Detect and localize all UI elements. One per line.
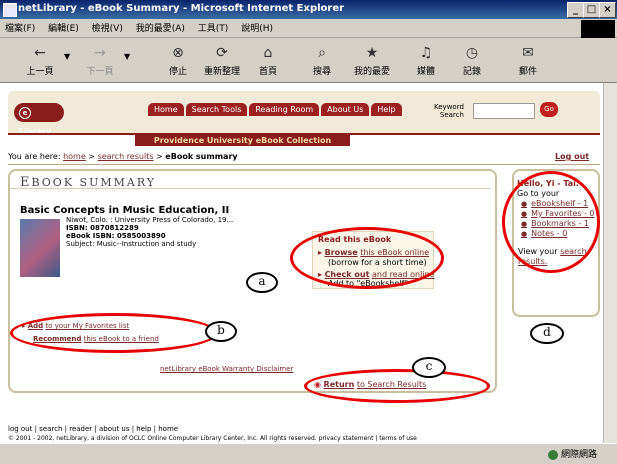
netlibrary-logo[interactable]: eLibrary (14, 103, 64, 136)
media-button[interactable]: ♫ 媒體 (404, 41, 448, 79)
warranty-disclaimer-link[interactable]: netLibrary eBook Warranty Disclaimer (160, 365, 293, 373)
breadcrumb-home-link[interactable]: home (63, 152, 86, 161)
home-button[interactable]: ⌂ 首頁 (246, 41, 290, 79)
keyword-search-input[interactable] (473, 103, 535, 119)
footer-copyright: © 2001 - 2002, netLibrary, a division of… (8, 435, 417, 442)
history-button[interactable]: ◷ 記錄 (450, 41, 494, 79)
logout-link[interactable]: Log out (555, 152, 589, 161)
annotation-ellipse-user (502, 171, 600, 273)
menu-favorites[interactable]: 我的最愛(A) (131, 19, 190, 36)
home-icon: ⌂ (263, 45, 273, 61)
keyword-search-label: Keyword Search (434, 103, 464, 119)
history-icon: ◷ (465, 45, 479, 61)
nav-reading-room[interactable]: Reading Room (249, 103, 320, 116)
breadcrumb-results-link[interactable]: search results (98, 152, 154, 161)
nav-help[interactable]: Help (371, 103, 402, 116)
page-viewport: eLibrary Home Search Tools Reading Room Abo… (0, 83, 603, 443)
annotation-ellipse-return (304, 369, 490, 403)
media-icon: ♫ (419, 45, 433, 61)
callout-c: c (412, 357, 446, 378)
callout-d: d (530, 323, 564, 344)
search-icon: ⌕ (318, 45, 326, 61)
security-zone: 網際網路 (548, 447, 597, 460)
favorites-icon: ★ (365, 45, 379, 61)
site-header: eLibrary Home Search Tools Reading Room Abo… (8, 91, 600, 136)
refresh-button[interactable]: ⟳ 重新整理 (200, 41, 244, 79)
book-isbn: ISBN: 0870812289 (66, 224, 139, 232)
breadcrumb-current: eBook summary (165, 152, 238, 161)
go-button[interactable]: Go (540, 102, 558, 117)
stop-icon: ⊗ (172, 45, 184, 61)
minimize-button[interactable]: _ (567, 2, 584, 18)
menu-edit[interactable]: 編輯(E) (43, 19, 84, 36)
book-subject: Subject: Music--Instruction and study (66, 240, 197, 248)
search-button[interactable]: ⌕ 搜尋 (300, 41, 344, 79)
forward-dropdown-icon[interactable]: ▼ (124, 52, 130, 61)
internet-zone-icon (548, 449, 558, 460)
menu-tools[interactable]: 工具(T) (193, 19, 234, 36)
favorites-button[interactable]: ★ 我的最愛 (350, 41, 394, 79)
callout-a: a (246, 272, 278, 293)
close-button[interactable]: × (599, 2, 616, 18)
book-title: Basic Concepts in Music Education, II (20, 205, 230, 216)
menu-view[interactable]: 檢視(V) (87, 19, 128, 36)
browser-toolbar: ← 上一頁 ▼ → 下一頁 ▼ ⊗ 停止 ⟳ 重新整理 ⌂ 首頁 ⌕ 搜尋 ★ 我的最愛 ♫ 媒… (0, 38, 617, 83)
maximize-button[interactable]: □ (583, 2, 600, 18)
window-titlebar: netLibrary - eBook Summary - Microsoft I… (0, 0, 617, 19)
callout-b: b (205, 321, 237, 342)
vertical-scrollbar[interactable] (603, 83, 617, 443)
book-metadata: Niwot, Colo. : University Press of Color… (66, 216, 233, 248)
summary-divider (10, 188, 490, 189)
breadcrumb: You are here: home > search results > eB… (8, 152, 238, 161)
annotation-ellipse-favorites (10, 313, 218, 353)
book-ebook-isbn: eBook ISBN: 0585003890 (66, 232, 166, 240)
stop-button[interactable]: ⊗ 停止 (156, 41, 200, 79)
annotation-ellipse-read (290, 227, 444, 289)
mail-button[interactable]: ✉ 郵件 (506, 41, 550, 79)
nav-search-tools[interactable]: Search Tools (185, 103, 248, 116)
footer-links[interactable]: log out | search | reader | about us | h… (8, 425, 598, 433)
back-arrow-icon: ← (34, 45, 46, 61)
status-bar: 網際網路 (0, 443, 617, 464)
book-cover-image[interactable] (20, 219, 60, 277)
window-title: netLibrary - eBook Summary - Microsoft I… (18, 3, 345, 14)
menu-file[interactable]: 檔案(F) (0, 19, 40, 36)
nav-about-us[interactable]: About Us (321, 103, 370, 116)
nav-home[interactable]: Home (148, 103, 184, 116)
forward-arrow-icon: → (94, 45, 106, 61)
windows-logo-icon (581, 20, 615, 40)
collection-title: Providence University eBook Collection (135, 135, 350, 146)
ie-app-icon (3, 3, 17, 17)
breadcrumb-divider (8, 164, 600, 165)
menu-bar: 檔案(F) 編輯(E) 檢視(V) 我的最愛(A) 工具(T) 說明(H) (0, 19, 617, 40)
book-publisher: Niwot, Colo. : University Press of Color… (66, 216, 234, 224)
back-button[interactable]: ← 上一頁 (18, 41, 62, 79)
site-nav: Home Search Tools Reading Room About Us Help (148, 103, 404, 118)
back-dropdown-icon[interactable]: ▼ (64, 52, 70, 61)
refresh-icon: ⟳ (216, 45, 228, 61)
menu-help[interactable]: 說明(H) (236, 19, 278, 36)
forward-button[interactable]: → 下一頁 (78, 41, 122, 79)
mail-icon: ✉ (522, 45, 534, 61)
